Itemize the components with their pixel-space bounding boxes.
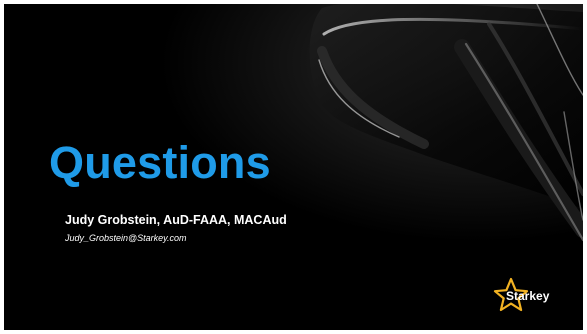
logo-wordmark: Starkey — [506, 289, 550, 303]
starkey-logo: Starkey — [492, 276, 552, 316]
presentation-slide: Questions Judy Grobstein, AuD-FAAA, MACA… — [4, 4, 583, 330]
slide-title: Questions — [49, 137, 271, 188]
presenter-email: Judy_Grobstein@Starkey.com — [65, 233, 187, 243]
presenter-name: Judy Grobstein, AuD-FAAA, MACAud — [65, 213, 287, 227]
